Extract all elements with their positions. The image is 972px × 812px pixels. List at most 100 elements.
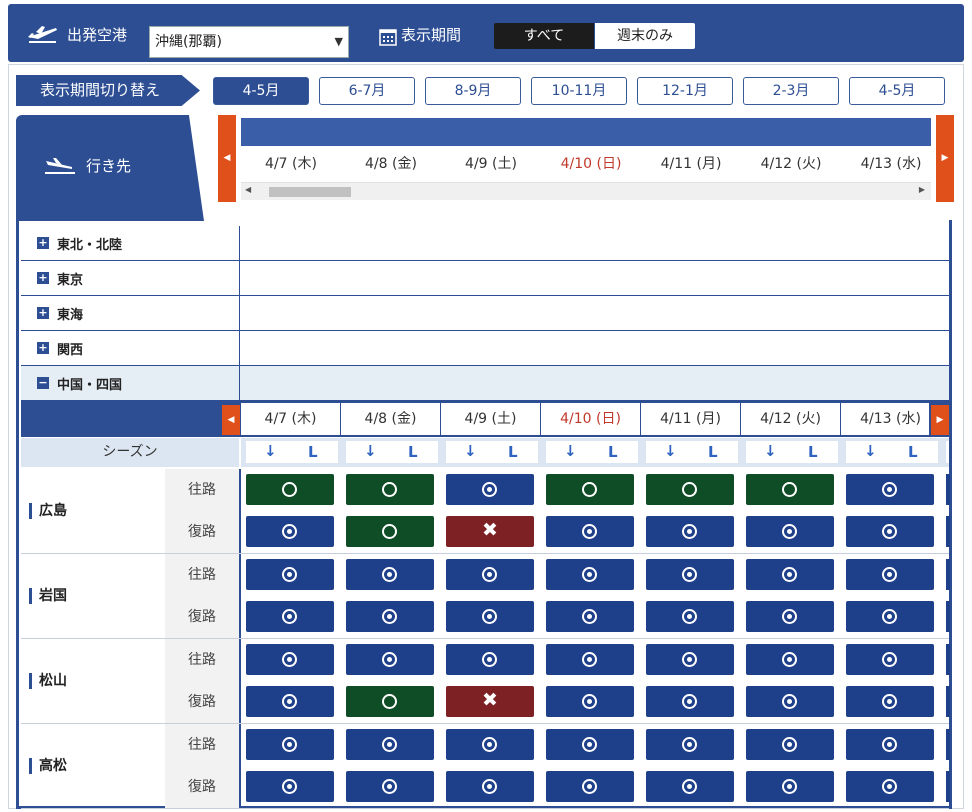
sub-scroll-left-button[interactable]: ◀ xyxy=(222,405,240,435)
available-cell[interactable] xyxy=(746,729,834,760)
scroll-left-arrow-icon[interactable]: ◀ xyxy=(245,185,251,194)
sub-date-cell[interactable]: 4/10 (日) xyxy=(541,403,641,435)
available-cell[interactable] xyxy=(246,686,334,717)
available-cell[interactable] xyxy=(246,474,334,505)
available-cell[interactable] xyxy=(246,771,334,802)
available-cell[interactable] xyxy=(846,644,934,675)
available-cell[interactable] xyxy=(746,474,834,505)
available-cell[interactable] xyxy=(446,771,534,802)
available-cell[interactable] xyxy=(646,729,734,760)
sub-date-cell[interactable]: 4/11 (月) xyxy=(641,403,741,435)
scroll-left-button[interactable]: ◀ xyxy=(218,115,236,202)
sub-date-cell[interactable]: 4/9 (土) xyxy=(441,403,541,435)
scroll-right-button[interactable]: ▶ xyxy=(936,115,954,202)
city-block: 広島 往路 復路 ✖ xyxy=(21,469,950,554)
available-cell[interactable] xyxy=(346,601,434,632)
available-cell[interactable] xyxy=(246,729,334,760)
available-cell[interactable] xyxy=(646,771,734,802)
period-button[interactable]: 6-7月 xyxy=(319,77,415,105)
available-cell[interactable] xyxy=(646,686,734,717)
expand-icon[interactable]: + xyxy=(37,342,49,354)
available-cell[interactable] xyxy=(246,516,334,547)
sub-scroll-right-button[interactable]: ▶ xyxy=(931,405,949,435)
available-cell[interactable] xyxy=(346,559,434,590)
available-cell[interactable] xyxy=(846,686,934,717)
horizontal-scrollbar[interactable]: ◀ ▶ xyxy=(241,182,931,200)
available-cell[interactable] xyxy=(346,474,434,505)
available-cell[interactable] xyxy=(546,516,634,547)
available-cell[interactable] xyxy=(546,559,634,590)
available-cell[interactable] xyxy=(246,601,334,632)
available-cell[interactable] xyxy=(346,516,434,547)
date-cell[interactable]: 4/12 (火) xyxy=(741,146,841,182)
available-cell[interactable] xyxy=(746,644,834,675)
available-cell[interactable] xyxy=(346,771,434,802)
period-button[interactable]: 12-1月 xyxy=(637,77,733,105)
dot-circle-icon xyxy=(582,779,597,794)
expand-icon[interactable]: + xyxy=(37,272,49,284)
city-name: 松山 xyxy=(29,673,67,689)
expand-icon[interactable]: + xyxy=(37,237,49,249)
available-cell[interactable] xyxy=(446,729,534,760)
date-cell[interactable]: 4/9 (土) xyxy=(441,146,541,182)
available-cell[interactable] xyxy=(546,686,634,717)
collapse-icon[interactable]: − xyxy=(37,377,49,389)
available-cell[interactable] xyxy=(646,644,734,675)
available-cell[interactable] xyxy=(446,601,534,632)
date-cell[interactable]: 4/8 (金) xyxy=(341,146,441,182)
region-row[interactable]: + 東京 xyxy=(21,261,949,296)
available-cell[interactable] xyxy=(746,771,834,802)
available-cell[interactable] xyxy=(746,686,834,717)
available-cell[interactable] xyxy=(746,601,834,632)
scroll-thumb[interactable] xyxy=(269,187,351,197)
segment-weekend-button[interactable]: 週末のみ xyxy=(595,23,695,49)
region-row[interactable]: + 関西 xyxy=(21,331,949,366)
available-cell[interactable] xyxy=(846,516,934,547)
departure-select[interactable]: 沖縄(那覇) ▼ xyxy=(149,26,349,58)
available-cell[interactable] xyxy=(446,644,534,675)
sub-date-cell[interactable]: 4/7 (木) xyxy=(241,403,341,435)
region-row[interactable]: − 中国・四国 xyxy=(21,366,949,401)
available-cell[interactable] xyxy=(546,474,634,505)
available-cell[interactable] xyxy=(846,729,934,760)
available-cell[interactable] xyxy=(846,559,934,590)
available-cell[interactable] xyxy=(546,771,634,802)
sub-date-cell[interactable]: 4/12 (火) xyxy=(741,403,841,435)
available-cell[interactable] xyxy=(446,474,534,505)
available-cell[interactable] xyxy=(446,559,534,590)
available-cell[interactable] xyxy=(246,559,334,590)
date-cell[interactable]: 4/11 (月) xyxy=(641,146,741,182)
available-cell[interactable] xyxy=(846,771,934,802)
available-cell[interactable] xyxy=(846,601,934,632)
sub-date-cell[interactable]: 4/8 (金) xyxy=(341,403,441,435)
available-cell[interactable] xyxy=(546,729,634,760)
region-row[interactable]: + 東北・北陸 xyxy=(21,226,949,261)
calendar-icon xyxy=(379,29,397,46)
available-cell[interactable] xyxy=(346,644,434,675)
period-button[interactable]: 4-5月 xyxy=(213,77,309,105)
scroll-right-arrow-icon[interactable]: ▶ xyxy=(919,185,925,194)
date-cell[interactable]: 4/7 (木) xyxy=(241,146,341,182)
available-cell[interactable] xyxy=(746,559,834,590)
available-cell[interactable] xyxy=(746,516,834,547)
region-row[interactable]: + 東海 xyxy=(21,296,949,331)
period-button[interactable]: 4-5月 xyxy=(849,77,945,105)
available-cell[interactable] xyxy=(646,474,734,505)
period-button[interactable]: 10-11月 xyxy=(531,77,627,105)
available-cell[interactable] xyxy=(646,601,734,632)
available-cell[interactable] xyxy=(346,686,434,717)
sub-date-cell[interactable]: 4/13 (水) xyxy=(841,403,929,435)
date-cell[interactable]: 4/13 (水) xyxy=(841,146,931,182)
segment-all-button[interactable]: すべて xyxy=(494,23,594,49)
available-cell[interactable] xyxy=(246,644,334,675)
available-cell[interactable] xyxy=(546,644,634,675)
available-cell[interactable] xyxy=(346,729,434,760)
date-cell[interactable]: 4/10 (日) xyxy=(541,146,641,182)
expand-icon[interactable]: + xyxy=(37,307,49,319)
available-cell[interactable] xyxy=(646,559,734,590)
period-button[interactable]: 8-9月 xyxy=(425,77,521,105)
available-cell[interactable] xyxy=(646,516,734,547)
available-cell[interactable] xyxy=(846,474,934,505)
available-cell[interactable] xyxy=(546,601,634,632)
period-button[interactable]: 2-3月 xyxy=(743,77,839,105)
